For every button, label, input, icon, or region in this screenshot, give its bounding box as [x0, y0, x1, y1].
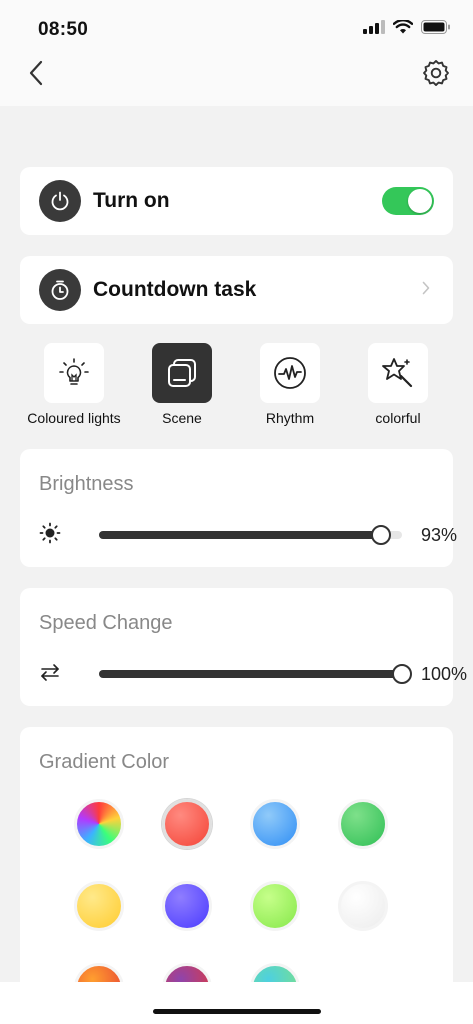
- mode-selector: Coloured lights Scene Rhythm colorful: [0, 343, 473, 433]
- swap-arrows-icon: [39, 661, 61, 688]
- nav-bar: [0, 52, 473, 106]
- gradient-swatch-lime[interactable]: [250, 881, 300, 931]
- gradient-swatch-red[interactable]: [162, 799, 212, 849]
- speed-slider-handle[interactable]: [392, 664, 412, 684]
- chevron-left-icon: [29, 60, 43, 91]
- settings-button[interactable]: [419, 58, 453, 92]
- gear-icon: [422, 59, 450, 92]
- brightness-value: 93%: [421, 524, 458, 545]
- gradient-title: Gradient Color: [39, 751, 170, 773]
- speed-title: Speed Change: [39, 612, 173, 634]
- brightness-slider-fill: [99, 531, 381, 539]
- mode-scene[interactable]: Scene: [122, 343, 242, 426]
- mode-rhythm[interactable]: Rhythm: [230, 343, 350, 426]
- countdown-label: Countdown task: [93, 278, 257, 301]
- countdown-row[interactable]: Countdown task: [20, 256, 453, 324]
- brightness-slider-handle[interactable]: [371, 525, 391, 545]
- toggle-knob: [408, 189, 432, 213]
- power-card: Turn on: [20, 167, 453, 235]
- chevron-right-icon: [422, 281, 430, 300]
- power-toggle[interactable]: [382, 187, 434, 215]
- gradient-swatch-rainbow[interactable]: [74, 799, 124, 849]
- mode-label: colorful: [375, 410, 421, 426]
- rhythm-icon: [260, 343, 320, 403]
- speed-slider[interactable]: [99, 664, 412, 684]
- speed-slider-fill: [99, 670, 402, 678]
- mode-label: Scene: [162, 410, 202, 426]
- cellular-signal-icon: [363, 20, 385, 39]
- status-icons: [363, 19, 451, 39]
- sun-icon: [39, 522, 61, 549]
- gradient-swatch-blue[interactable]: [250, 799, 300, 849]
- mode-colorful[interactable]: colorful: [338, 343, 458, 426]
- brightness-card: Brightness 93%: [20, 449, 457, 567]
- mode-label: Rhythm: [265, 410, 315, 426]
- status-bar: 08:50: [0, 0, 473, 52]
- mode-coloured-lights[interactable]: Coloured lights: [14, 343, 134, 426]
- gradient-swatch-yellow[interactable]: [74, 881, 124, 931]
- speed-value: 100%: [421, 663, 468, 684]
- bottom-bar: [0, 982, 473, 1024]
- timer-icon: [39, 269, 81, 311]
- home-indicator: [153, 1009, 321, 1014]
- status-time: 08:50: [38, 19, 89, 40]
- gradient-swatch-green[interactable]: [338, 799, 388, 849]
- gradient-swatch-violet[interactable]: [162, 881, 212, 931]
- speed-slider-row: 100%: [39, 660, 467, 688]
- speed-card: Speed Change 100%: [20, 588, 467, 706]
- gradient-card: Gradient Color: [20, 727, 453, 1013]
- brightness-slider-row: 93%: [39, 521, 457, 549]
- brightness-slider[interactable]: [99, 525, 402, 545]
- brightness-title: Brightness: [39, 473, 134, 495]
- mode-label: Coloured lights: [27, 410, 121, 426]
- light-bulb-icon: [44, 343, 104, 403]
- battery-icon: [421, 20, 451, 39]
- wifi-icon: [392, 19, 414, 39]
- scene-icon: [152, 343, 212, 403]
- magic-star-icon: [368, 343, 428, 403]
- gradient-swatch-white[interactable]: [338, 881, 388, 931]
- power-label: Turn on: [93, 189, 170, 212]
- back-button[interactable]: [22, 58, 50, 92]
- power-icon: [39, 180, 81, 222]
